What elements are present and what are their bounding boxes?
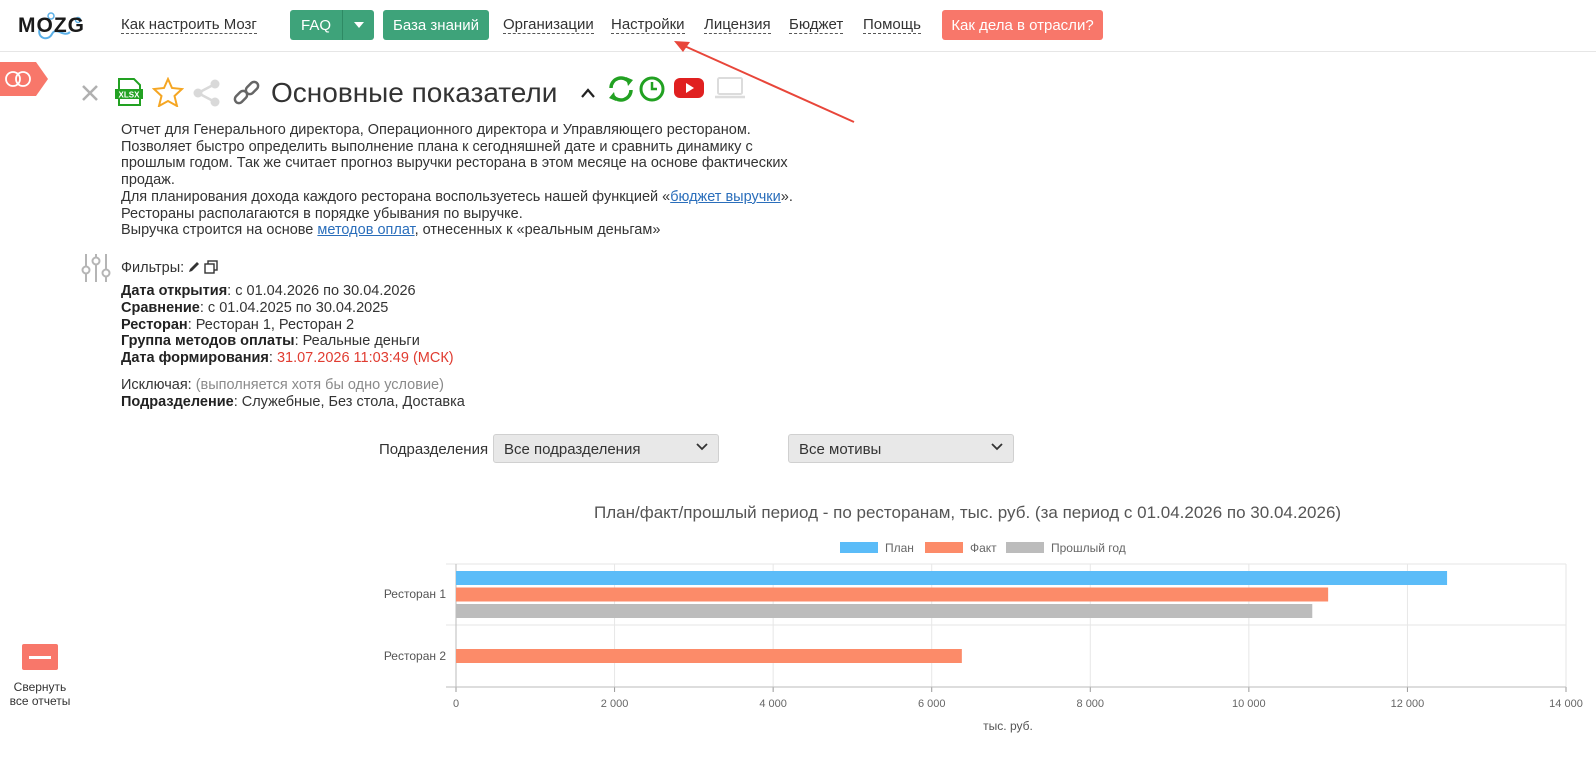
filter-sep: : — [268, 350, 277, 366]
clock-icon[interactable] — [638, 75, 666, 108]
chart-title: План/факт/прошлый период - по ресторанам… — [594, 503, 1342, 522]
legend-swatch — [1006, 542, 1044, 553]
filter-value: : Служебные, Без стола, Доставка — [233, 394, 465, 410]
desc-text: , отнесенных к «реальным деньгам» — [414, 222, 661, 239]
xlsx-export-icon[interactable]: XLSX — [114, 77, 144, 112]
filter-value: 31.07.2026 11:03:49 (МСК) — [276, 350, 454, 366]
link-icon[interactable] — [232, 79, 262, 112]
youtube-icon[interactable] — [674, 76, 704, 105]
filter-value: : Ресторан 1, Ресторан 2 — [187, 317, 355, 333]
motives-select[interactable]: Все мотивы — [788, 434, 1014, 463]
svg-text:XLSX: XLSX — [119, 91, 141, 100]
x-tick-label: 12 000 — [1391, 698, 1425, 710]
filter-key: Ресторан — [121, 317, 188, 333]
y-category-label: Ресторан 1 — [384, 587, 446, 601]
desc-line: продаж. — [121, 172, 175, 189]
nav-organizations[interactable]: Организации — [503, 16, 594, 34]
divisions-select-value: Все подразделения — [504, 441, 641, 458]
chevron-down-icon — [991, 443, 1003, 451]
divisions-select[interactable]: Все подразделения — [493, 434, 719, 463]
payment-methods-link[interactable]: методов оплат — [317, 222, 414, 238]
filter-key: Дата формирования — [121, 350, 269, 366]
bar — [456, 571, 1448, 585]
desc-text: Для планирования дохода каждого ресторан… — [121, 188, 671, 205]
brain-icon — [0, 62, 48, 96]
knowledge-base-button[interactable]: База знаний — [383, 10, 489, 40]
x-tick-label: 0 — [453, 698, 459, 710]
filter-generated: Дата формирования: 31.07.2026 11:03:49 (… — [121, 350, 454, 367]
side-panel-tab[interactable] — [0, 62, 48, 96]
y-category-label: Ресторан 2 — [384, 649, 446, 663]
bar — [456, 604, 1313, 618]
filter-note: (выполняется хотя бы одно условие) — [191, 377, 444, 393]
refresh-icon[interactable] — [606, 74, 636, 109]
bar-chart: План Факт Прошлый год 0 2 000 4 000 6 000 8 000… — [384, 541, 1583, 733]
filter-value: : Реальные деньги — [294, 333, 420, 349]
filters-sliders-icon[interactable] — [80, 252, 112, 289]
x-tick-label: 4 000 — [759, 698, 787, 710]
filter-open-date: Дата открытия: с 01.04.2026 по 30.04.202… — [121, 283, 416, 300]
desc-line: Рестораны располагаются в порядке убыван… — [121, 205, 523, 222]
desc-line: Отчет для Генерального директора, Операц… — [121, 122, 751, 138]
caret-down-icon — [353, 22, 364, 28]
desc-line: Позволяет быстро определить выполнение п… — [121, 138, 753, 155]
legend-swatch — [925, 542, 963, 553]
filter-division: Подразделение: Служебные, Без стола, Дос… — [121, 394, 465, 411]
chevron-down-icon — [696, 443, 708, 451]
faq-dropdown-button[interactable] — [342, 10, 374, 40]
desc-text: ». — [780, 188, 793, 205]
report-description: Отчет для Генерального директора, Операц… — [121, 122, 801, 239]
laptop-icon[interactable] — [714, 76, 746, 105]
x-tick-label: 10 000 — [1232, 698, 1266, 710]
filter-payment-group: Группа методов оплаты: Реальные деньги — [121, 333, 420, 350]
logo-text: MOZG — [18, 14, 85, 37]
chevron-up-icon[interactable] — [580, 86, 596, 104]
filter-key: Группа методов оплаты — [121, 333, 295, 349]
mozg-logo[interactable]: MOZG — [18, 8, 88, 44]
x-axis-label: тыс. руб. — [983, 719, 1033, 733]
faq-button[interactable]: FAQ — [290, 10, 342, 40]
filters-label: Фильтры: — [121, 260, 185, 276]
filter-exclude: Исключая: (выполняется хотя бы одно усло… — [121, 377, 444, 394]
filter-value: : с 01.04.2025 по 30.04.2025 — [199, 300, 389, 316]
nav-budget[interactable]: Бюджет — [789, 16, 844, 34]
filter-key: Подразделение — [121, 394, 234, 410]
pencil-icon[interactable] — [187, 260, 201, 279]
motives-select-value: Все мотивы — [799, 441, 882, 458]
filter-key: Исключая: — [121, 377, 192, 393]
close-icon[interactable] — [80, 83, 100, 108]
nav-license[interactable]: Лицензия — [704, 16, 771, 34]
x-tick-label: 2 000 — [601, 698, 629, 710]
filter-compare: Сравнение: с 01.04.2025 по 30.04.2025 — [121, 300, 388, 317]
collapse-all-label: Свернуть все отчеты — [9, 680, 71, 708]
desc-line: Для планирования дохода каждого ресторан… — [121, 189, 801, 206]
report-title: Основные показатели — [271, 77, 558, 108]
filter-restaurant: Ресторан: Ресторан 1, Ресторан 2 — [121, 317, 354, 334]
legend-label: Факт — [970, 541, 997, 555]
bar — [456, 587, 1329, 602]
desc-line: Выручка строится на основе методов оплат… — [121, 222, 801, 239]
star-icon[interactable] — [151, 76, 185, 112]
collapse-all-button[interactable] — [22, 644, 58, 670]
legend-label: План — [885, 541, 914, 555]
legend-label: Прошлый год — [1051, 541, 1126, 555]
nav-how-to[interactable]: Как настроить Мозг — [121, 16, 257, 34]
share-icon[interactable] — [192, 79, 222, 112]
industry-button[interactable]: Как дела в отрасли? — [942, 10, 1103, 40]
x-tick-label: 8 000 — [1077, 698, 1105, 710]
divisions-label: Подразделения — [379, 441, 489, 458]
revenue-budget-link[interactable]: бюджет выручки — [670, 189, 781, 205]
bar — [456, 649, 962, 663]
filter-value: : с 01.04.2026 по 30.04.2026 — [227, 283, 416, 299]
desc-text: Выручка строится на основе — [121, 222, 318, 239]
legend-swatch — [840, 542, 878, 553]
desc-line: прошлым годом. Так же считает прогноз вы… — [121, 155, 788, 172]
x-tick-label: 14 000 — [1549, 698, 1583, 710]
filter-key: Дата открытия — [121, 283, 228, 299]
filter-key: Сравнение — [121, 300, 200, 316]
nav-help[interactable]: Помощь — [863, 16, 921, 34]
nav-settings[interactable]: Настройки — [611, 16, 685, 34]
x-tick-label: 6 000 — [918, 698, 946, 710]
copy-icon[interactable] — [203, 259, 219, 280]
